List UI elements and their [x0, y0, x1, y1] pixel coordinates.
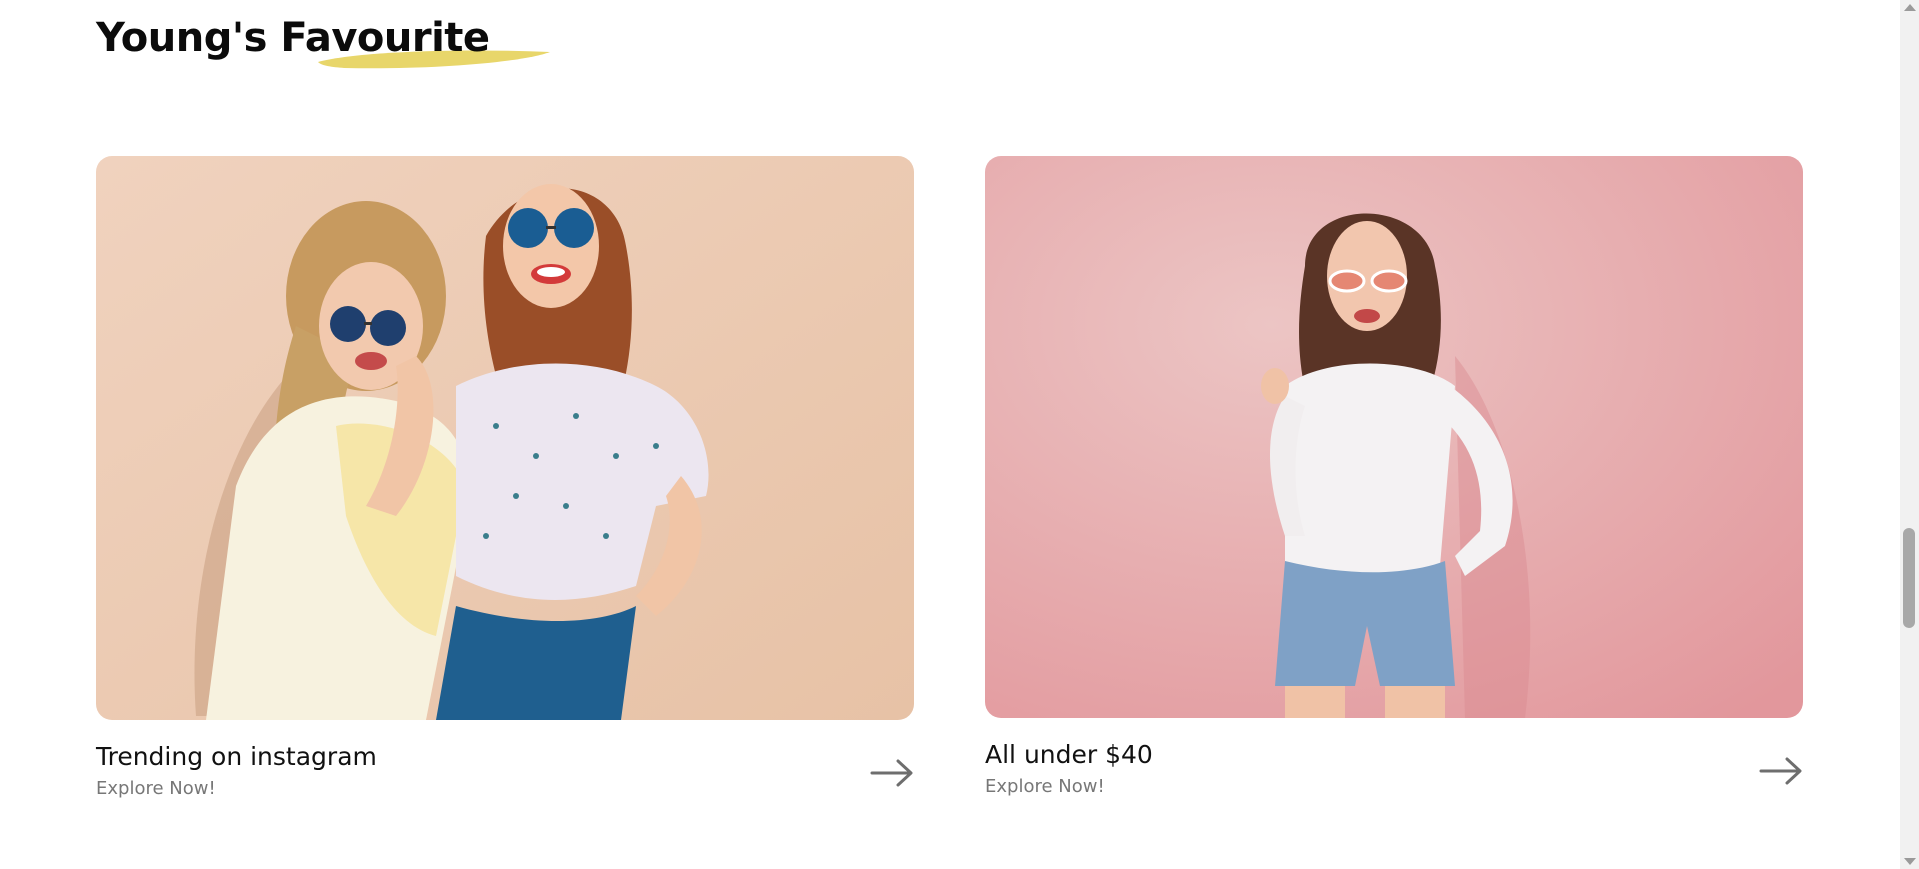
scrollbar-thumb[interactable] [1903, 528, 1915, 628]
explore-now-link[interactable]: Explore Now! [96, 776, 914, 802]
arrow-right-icon[interactable] [870, 758, 914, 788]
section-title-text: Young's Favourite [96, 15, 490, 61]
card-title[interactable]: All under $40 [985, 738, 1803, 772]
two-women-sunglasses-photo[interactable] [96, 156, 914, 720]
woman-pink-background-photo[interactable] [985, 156, 1803, 718]
scroll-up-icon[interactable] [1904, 4, 1916, 11]
vertical-scrollbar[interactable] [1900, 0, 1919, 869]
product-card-under-40[interactable]: All under $40 Explore Now! [985, 156, 1803, 808]
section-title: Young's Favourite [96, 10, 550, 69]
card-footer: Trending on instagram Explore Now! [96, 740, 914, 810]
card-footer: All under $40 Explore Now! [985, 738, 1803, 808]
explore-now-link[interactable]: Explore Now! [985, 774, 1803, 800]
product-card-trending[interactable]: Trending on instagram Explore Now! [96, 156, 914, 810]
arrow-right-icon[interactable] [1759, 756, 1803, 786]
card-title[interactable]: Trending on instagram [96, 740, 914, 774]
scroll-down-icon[interactable] [1904, 858, 1916, 865]
